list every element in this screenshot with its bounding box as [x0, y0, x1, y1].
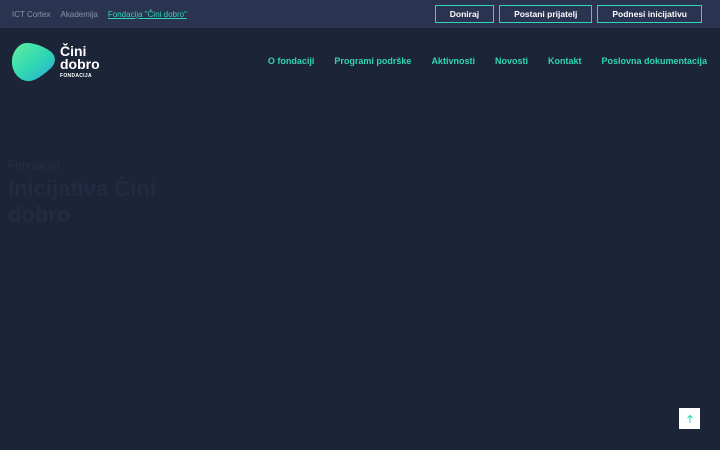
main-nav: O fondaciji Programi podrške Aktivnosti …: [268, 56, 707, 66]
top-links: ICT Cortex Akademija Fondacija "Čini dob…: [12, 0, 187, 28]
top-link-ict-cortex[interactable]: ICT Cortex: [12, 10, 51, 19]
nav-item-novosti[interactable]: Novosti: [495, 56, 528, 66]
nav-item-o-fondaciji[interactable]: O fondaciji: [268, 56, 315, 66]
logo-mark-icon: [12, 42, 55, 82]
logo-line-3: FONDACIJA: [60, 73, 92, 79]
logo-line-2: dobro: [60, 56, 100, 72]
logo-wordmark: Čini dobro FONDACIJA: [60, 44, 100, 79]
top-buttons: Doniraj Postani prijatelj Podnesi inicij…: [434, 5, 702, 23]
logo[interactable]: Čini dobro FONDACIJA: [12, 42, 100, 82]
nav-item-aktivnosti[interactable]: Aktivnosti: [431, 56, 475, 66]
scroll-to-top-button[interactable]: [679, 408, 700, 429]
hero-section: Fondacija Inicijativa Čini dobro: [8, 158, 168, 228]
main-header: Čini dobro FONDACIJA O fondaciji Program…: [0, 28, 720, 98]
top-bar: ICT Cortex Akademija Fondacija "Čini dob…: [0, 0, 720, 28]
become-friend-button[interactable]: Postani prijatelj: [499, 5, 593, 23]
arrow-up-icon: [686, 414, 693, 423]
top-link-fondacija[interactable]: Fondacija "Čini dobro": [108, 10, 187, 19]
hero-title: Inicijativa Čini dobro: [8, 176, 156, 227]
nav-item-poslovna-dokumentacija[interactable]: Poslovna dokumentacija: [601, 56, 707, 66]
nav-item-kontakt[interactable]: Kontakt: [548, 56, 582, 66]
top-link-akademija[interactable]: Akademija: [61, 10, 98, 19]
nav-item-programi-podrske[interactable]: Programi podrške: [334, 56, 411, 66]
submit-initiative-button[interactable]: Podnesi inicijativu: [597, 5, 702, 23]
donate-button[interactable]: Doniraj: [434, 5, 495, 23]
hero-eyebrow: Fondacija: [8, 158, 61, 172]
